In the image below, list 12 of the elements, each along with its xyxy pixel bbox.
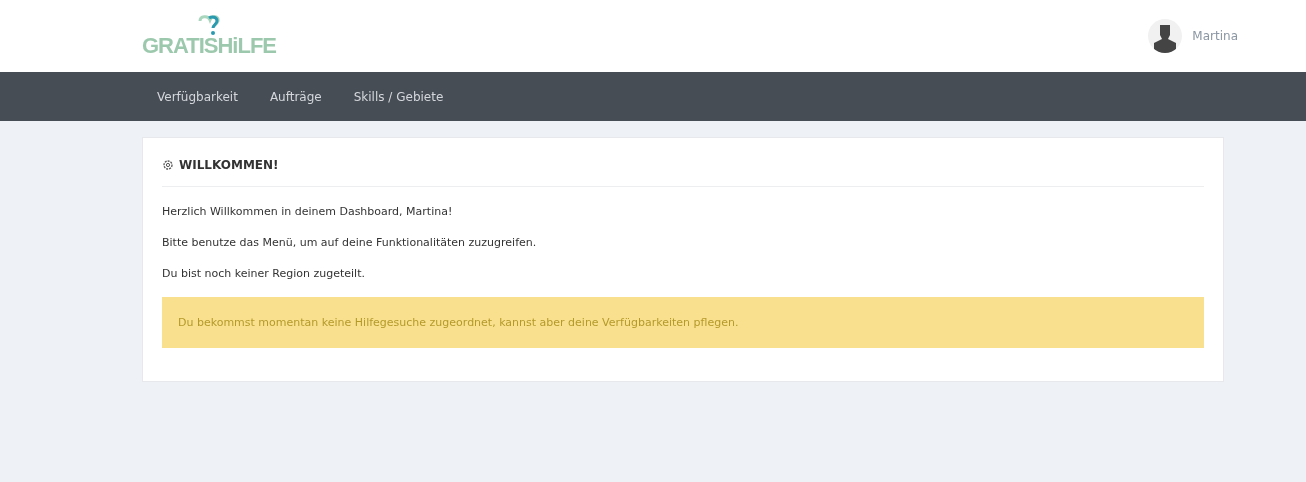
avatar-icon[interactable] (1148, 19, 1183, 53)
message-text: Bitte benutze das Menü, um auf deine Funktionalitäten zuzugreifen. (162, 236, 538, 249)
card-title: WILLKOMMEN! (179, 158, 279, 172)
warning-alert: Du bekommst momentan keine Hilfegesuche zugeordnet, kannst aber deine Verfügbarkeiten pflegen. (162, 297, 1204, 348)
question-heart-icon (196, 15, 222, 35)
user-name[interactable]: Martina (1192, 29, 1238, 43)
message-text: Du bist noch keiner Region zugeteilt. (162, 267, 366, 280)
nav-link[interactable]: Verfügbarkeit (157, 89, 238, 104)
message-text: Herzlich Willkommen in deinem Dashboard, Martina! (162, 205, 454, 218)
gear-icon (162, 159, 174, 171)
nav-link[interactable]: Aufträge (269, 89, 322, 104)
nav-link[interactable]: Skills / Gebiete (353, 89, 444, 104)
